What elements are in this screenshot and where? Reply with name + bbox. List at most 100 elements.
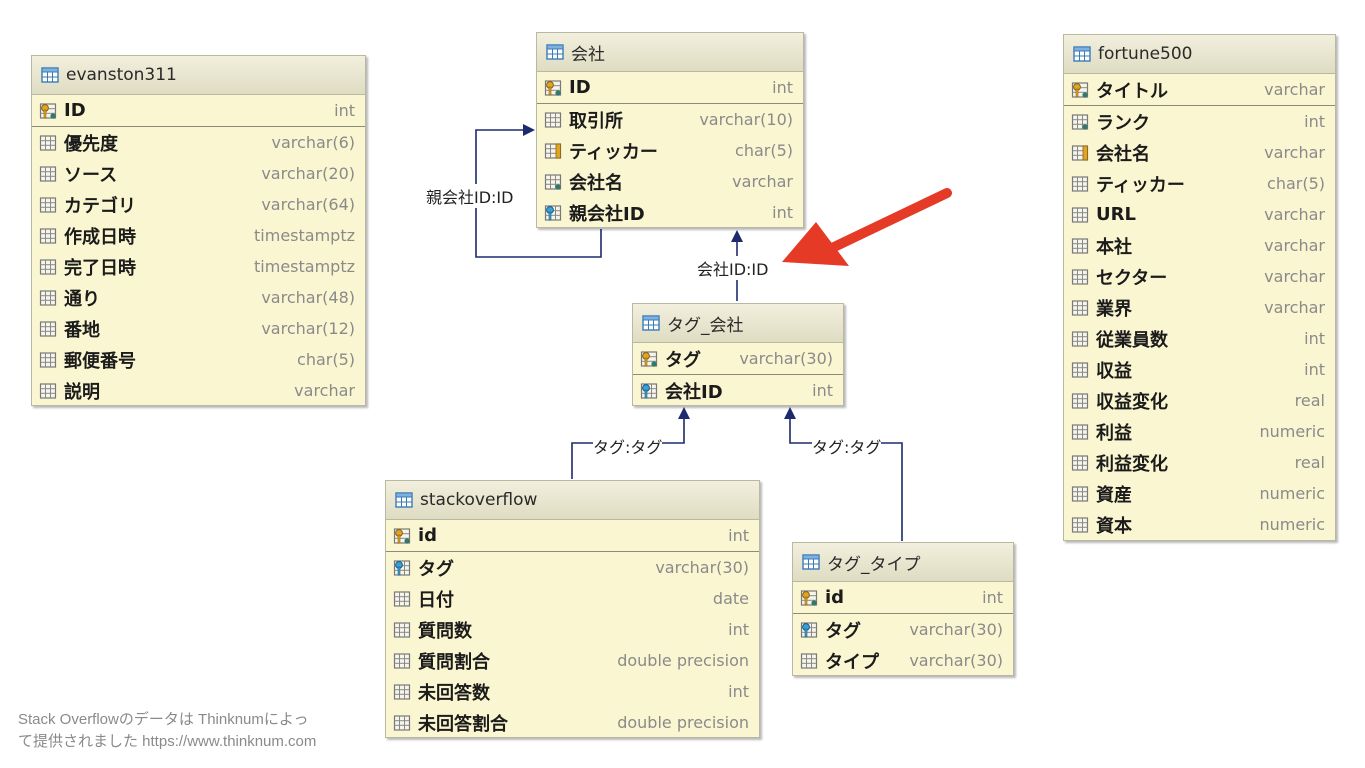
column-row[interactable]: ランク int xyxy=(1064,105,1335,137)
primary-key-icon xyxy=(39,102,57,120)
column-row[interactable]: タイプ varchar(30) xyxy=(793,645,1013,676)
column-icon xyxy=(393,683,411,701)
column-row[interactable]: 会社名 varchar xyxy=(1064,137,1335,168)
relation-label-company-id: 会社ID:ID xyxy=(697,256,769,280)
column-name: カテゴリ xyxy=(64,195,136,217)
primary-key-icon xyxy=(393,527,411,545)
column-type: varchar(20) xyxy=(261,164,355,183)
column-row[interactable]: 従業員数 int xyxy=(1064,323,1335,354)
table-header[interactable]: fortune500 xyxy=(1064,35,1335,74)
column-type: varchar xyxy=(1264,205,1325,224)
column-icon xyxy=(1071,454,1089,472)
column-row[interactable]: 収益 int xyxy=(1064,354,1335,385)
table-stackoverflow[interactable]: stackoverflow id int タグ varchar(30) 日付 date 質問数… xyxy=(385,480,760,738)
column-row[interactable]: 質問数 int xyxy=(386,614,759,645)
column-row[interactable]: セクター varchar xyxy=(1064,261,1335,292)
column-row[interactable]: ティッカー char(5) xyxy=(537,135,803,166)
column-type: varchar(30) xyxy=(909,620,1003,639)
column-row[interactable]: 利益 numeric xyxy=(1064,416,1335,447)
column-name: タグ xyxy=(665,349,701,371)
column-row[interactable]: 未回答数 int xyxy=(386,676,759,707)
table-company[interactable]: 会社 ID int 取引所 varchar(10) ティッカー char(5) 会社名 varc… xyxy=(536,32,804,228)
column-row[interactable]: タグ varchar(30) xyxy=(793,613,1013,645)
column-row[interactable]: URL varchar xyxy=(1064,199,1335,230)
table-tag-type[interactable]: タグ_タイプid int タグ varchar(30) タイプ varchar(30) xyxy=(792,542,1014,676)
column-row[interactable]: タイトル varchar xyxy=(1064,74,1335,105)
column-row[interactable]: 取引所 varchar(10) xyxy=(537,103,803,135)
column-name: 優先度 xyxy=(64,133,118,155)
column-name: ID xyxy=(64,100,86,121)
column-row[interactable]: ID int xyxy=(32,95,365,126)
table-header[interactable]: stackoverflow xyxy=(386,481,759,520)
column-name: id xyxy=(418,525,438,546)
column-row[interactable]: id int xyxy=(386,520,759,551)
column-name: 作成日時 xyxy=(64,226,136,248)
table-header[interactable]: evanston311 xyxy=(32,56,365,95)
column-row[interactable]: 日付 date xyxy=(386,583,759,614)
not-null-column-icon xyxy=(1071,113,1089,131)
column-type: char(5) xyxy=(735,141,793,160)
column-name: 会社名 xyxy=(1096,143,1150,165)
column-row[interactable]: 作成日時 timestamptz xyxy=(32,220,365,251)
table-title: タグ_会社 xyxy=(667,315,744,336)
column-row[interactable]: カテゴリ varchar(64) xyxy=(32,189,365,220)
column-row[interactable]: id int xyxy=(793,582,1013,613)
column-row[interactable]: 会社ID int xyxy=(633,374,843,406)
column-row[interactable]: 資本 numeric xyxy=(1064,509,1335,540)
column-type: varchar xyxy=(1264,298,1325,317)
column-row[interactable]: ID int xyxy=(537,72,803,103)
column-type: varchar(6) xyxy=(271,133,355,152)
table-header[interactable]: 会社 xyxy=(537,33,803,72)
column-row[interactable]: 説明 varchar xyxy=(32,375,365,406)
column-name: 利益変化 xyxy=(1096,453,1168,475)
column-row[interactable]: 優先度 varchar(6) xyxy=(32,126,365,158)
column-row[interactable]: ソース varchar(20) xyxy=(32,158,365,189)
table-fortune500[interactable]: fortune500 タイトル varchar ランク int 会社名 varchar ティッ… xyxy=(1063,34,1336,541)
column-row[interactable]: 未回答割合 double precision xyxy=(386,707,759,738)
column-type: char(5) xyxy=(1267,174,1325,193)
column-row[interactable]: 郵便番号 char(5) xyxy=(32,344,365,375)
column-icon xyxy=(1071,361,1089,379)
column-name: 資本 xyxy=(1096,515,1132,537)
column-row[interactable]: 業界 varchar xyxy=(1064,292,1335,323)
table-title: タグ_タイプ xyxy=(827,554,921,575)
column-row[interactable]: 資産 numeric xyxy=(1064,478,1335,509)
table-title: fortune500 xyxy=(1098,44,1193,64)
column-row[interactable]: 利益変化 real xyxy=(1064,447,1335,478)
column-type: varchar xyxy=(1264,236,1325,255)
column-type: double precision xyxy=(617,713,749,732)
unique-column-icon xyxy=(544,142,562,160)
column-icon xyxy=(1071,516,1089,534)
column-row[interactable]: 親会社ID int xyxy=(537,197,803,228)
column-row[interactable]: 本社 varchar xyxy=(1064,230,1335,261)
column-type: int xyxy=(772,203,793,222)
column-row[interactable]: 質問割合 double precision xyxy=(386,645,759,676)
column-row[interactable]: 会社名 varchar xyxy=(537,166,803,197)
column-name: 郵便番号 xyxy=(64,350,136,372)
table-header[interactable]: タグ_タイプ xyxy=(793,543,1013,582)
column-row[interactable]: 番地 varchar(12) xyxy=(32,313,365,344)
column-type: int xyxy=(1304,112,1325,131)
table-title: evanston311 xyxy=(66,65,177,85)
column-name: 会社名 xyxy=(569,172,623,194)
column-type: varchar(30) xyxy=(739,349,833,368)
table-evanston311[interactable]: evanston311 ID int 優先度 varchar(6) ソース varchar(… xyxy=(31,55,366,406)
column-type: int xyxy=(1304,329,1325,348)
column-icon xyxy=(1071,392,1089,410)
table-tag-company[interactable]: タグ_会社タグ varchar(30) 会社ID int xyxy=(632,303,844,406)
column-row[interactable]: ティッカー char(5) xyxy=(1064,168,1335,199)
column-icon xyxy=(1071,330,1089,348)
column-name: 業界 xyxy=(1096,298,1132,320)
column-type: date xyxy=(712,589,749,608)
relation-label-tag-type: タグ:タグ xyxy=(812,434,882,458)
column-row[interactable]: 通り varchar(48) xyxy=(32,282,365,313)
column-row[interactable]: タグ varchar(30) xyxy=(633,343,843,374)
table-header[interactable]: タグ_会社 xyxy=(633,304,843,343)
not-null-column-icon xyxy=(544,173,562,191)
column-row[interactable]: 収益変化 real xyxy=(1064,385,1335,416)
column-type: int xyxy=(728,526,749,545)
column-type: real xyxy=(1294,391,1325,410)
column-row[interactable]: タグ varchar(30) xyxy=(386,551,759,583)
column-row[interactable]: 完了日時 timestamptz xyxy=(32,251,365,282)
table-icon xyxy=(546,43,564,61)
